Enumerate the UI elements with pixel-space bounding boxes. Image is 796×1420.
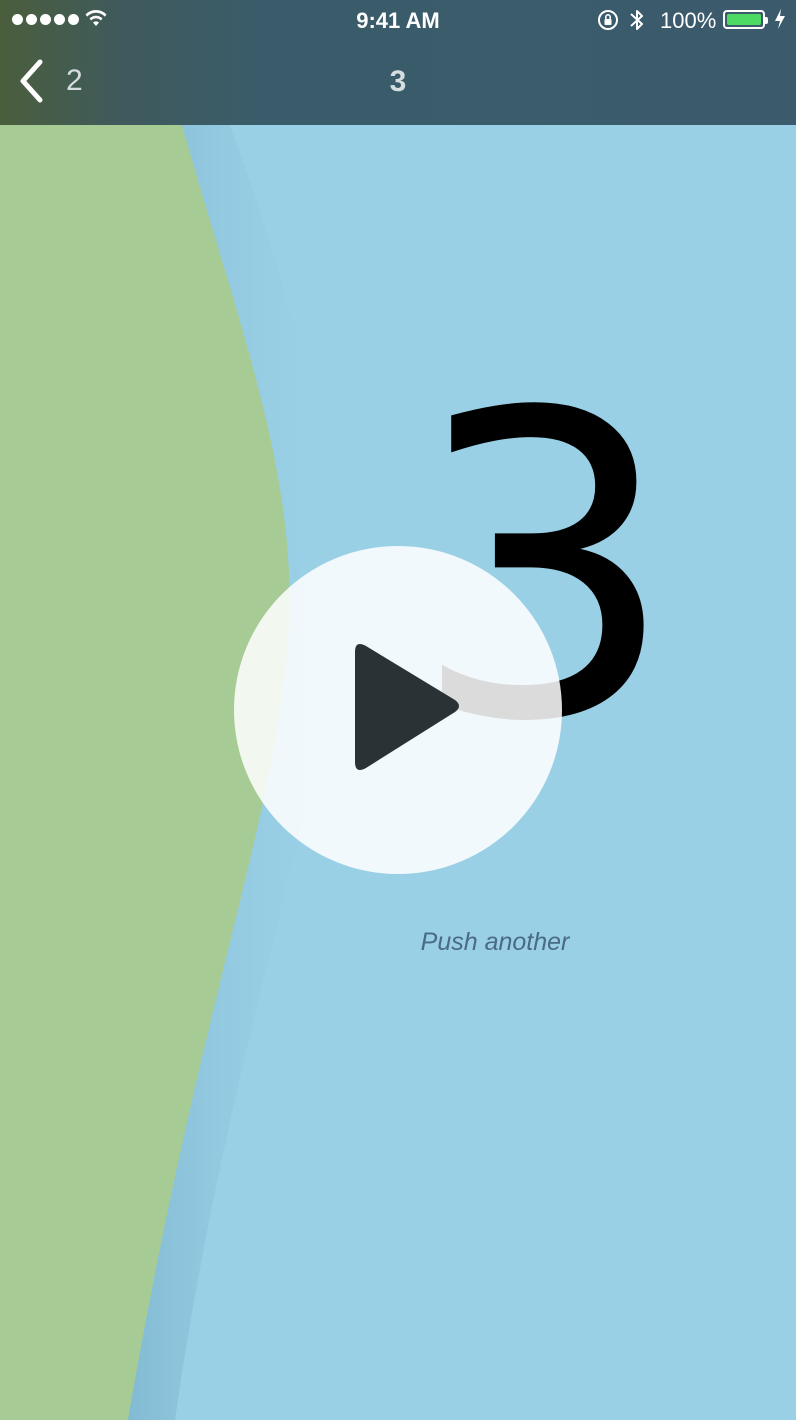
nav-title: 3 [389,65,407,98]
charging-bolt-icon [775,9,785,29]
battery-level-fill [727,14,761,25]
battery-percent: 100% [660,8,717,33]
battery-icon [723,10,768,29]
navigation-bar: 2 3 [0,40,796,125]
push-another-caption[interactable]: Push another [300,928,690,957]
play-button[interactable] [234,546,562,874]
bluetooth-icon [630,10,643,30]
play-icon [355,644,459,770]
status-bar: 9:41 AM 100% [0,0,796,40]
rotation-lock-icon [598,10,618,30]
